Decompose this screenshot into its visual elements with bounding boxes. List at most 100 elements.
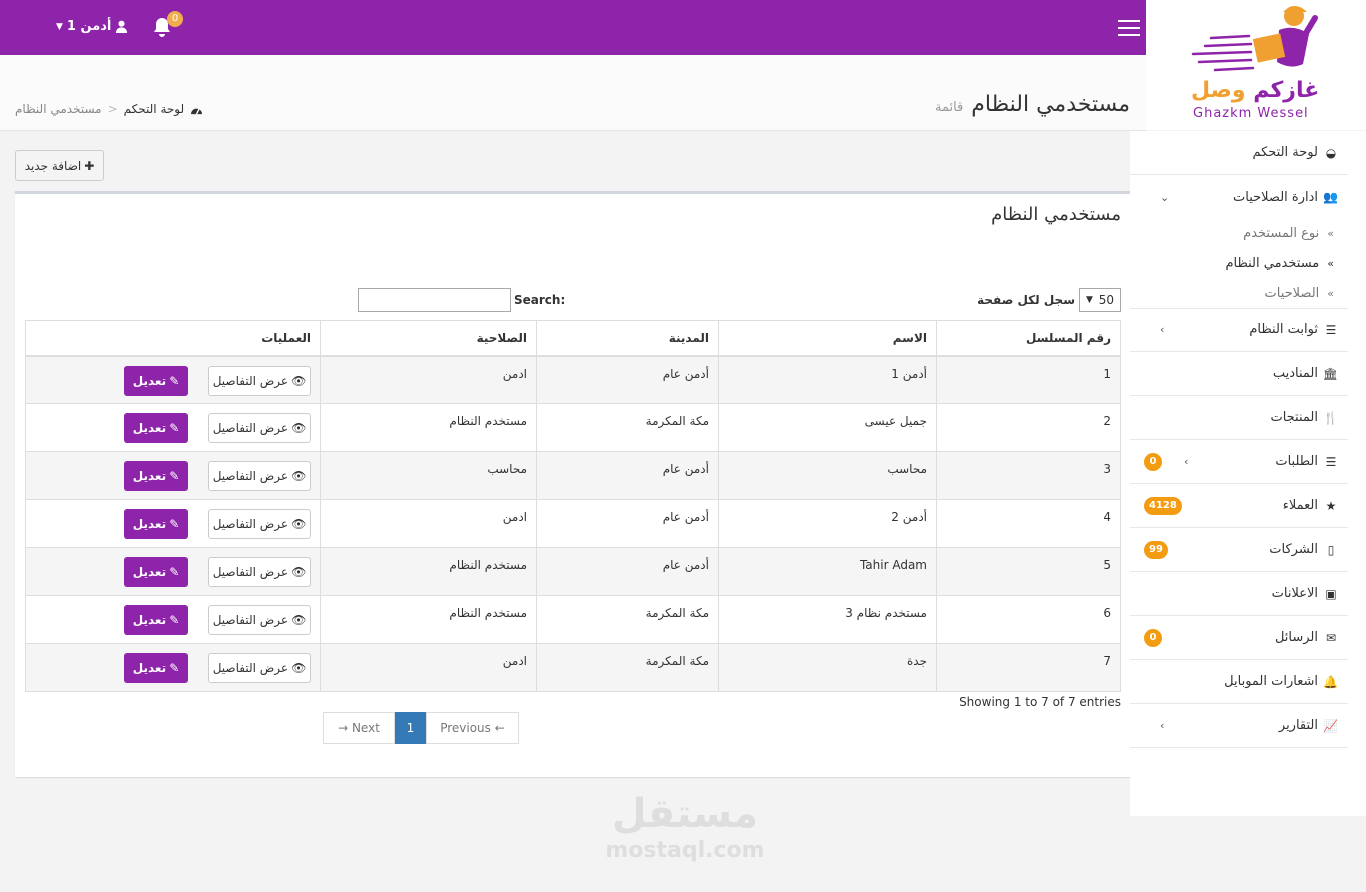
logo-english-text: Ghazkm Wessel (1193, 106, 1309, 121)
view-details-button[interactable]: 👁 عرض التفاصيل (208, 653, 311, 683)
user-menu[interactable]: أدمن 1 ▼ (56, 19, 128, 34)
sidebar-item-label: العملاء (1282, 498, 1318, 513)
sidebar-item-customers[interactable]: ★ العملاء 4128 (1130, 484, 1348, 528)
page-title: مستخدمي النظام قائمة (935, 92, 1130, 117)
breadcrumb-home-link[interactable]: لوحة التحكم (124, 102, 185, 116)
dashboard-icon: ◒ (1325, 145, 1337, 160)
sidebar-item-system-constants[interactable]: ☰ ثوابت النظام › (1130, 308, 1348, 352)
cell-id: 6 (936, 595, 1121, 644)
caret-down-icon: ▼ (56, 21, 63, 32)
caret-down-icon: ▼ (1086, 295, 1093, 305)
edit-button[interactable]: ✎ تعديل (124, 413, 188, 443)
edit-icon: ✎ (169, 421, 180, 435)
sidebar: ◒ لوحة التحكم 👥 ادارة الصلاحيات ⌄ » نوع … (1130, 131, 1366, 816)
view-details-button[interactable]: 👁 عرض التفاصيل (208, 557, 311, 587)
brand-logo[interactable]: غازكم وصل Ghazkm Wessel (1146, 0, 1366, 130)
view-details-label: عرض التفاصيل (212, 565, 289, 579)
column-header-name[interactable]: الاسم (718, 320, 937, 357)
star-icon: ★ (1325, 498, 1337, 513)
sidebar-item-label: اشعارات الموبايل (1224, 674, 1318, 689)
sidebar-item-label: المنتجات (1270, 410, 1318, 425)
sidebar-item-delegates[interactable]: 🏛 المناديب (1130, 352, 1348, 396)
users-table: رقم المسلسل الاسم المدينة الصلاحية العمل… (25, 320, 1121, 692)
sidebar-subitem-user-type[interactable]: » نوع المستخدم (1130, 218, 1348, 248)
table-row: 1 أدمن 1 أدمن عام ادمن 👁 عرض التفاصيل ✎ تعديل (25, 355, 1121, 404)
view-details-label: عرض التفاصيل (212, 517, 289, 531)
edit-button[interactable]: ✎ تعديل (124, 557, 188, 587)
cell-id: 7 (936, 643, 1121, 692)
view-details-button[interactable]: 👁 عرض التفاصيل (208, 461, 311, 491)
sidebar-item-label: الرسائل (1274, 630, 1318, 645)
edit-label: تعديل (132, 421, 167, 435)
add-new-button[interactable]: ✚ اضافة جديد (15, 150, 104, 181)
cell-id: 1 (936, 355, 1121, 404)
edit-label: تعديل (132, 661, 167, 675)
eye-icon: 👁 (291, 661, 307, 675)
sidebar-item-mobile-notifications[interactable]: 🔔 اشعارات الموبايل (1130, 660, 1348, 704)
eye-icon: 👁 (291, 517, 307, 531)
watermark: مستقل mostaql.com (600, 790, 770, 863)
cell-city: مكة المكرمة (536, 403, 719, 452)
view-details-button[interactable]: 👁 عرض التفاصيل (208, 365, 311, 396)
sidebar-subitem-permissions[interactable]: » الصلاحيات (1130, 278, 1348, 308)
list-icon: ☰ (1325, 454, 1337, 469)
breadcrumb-current: مستخدمي النظام (15, 102, 102, 116)
cell-actions: 👁 عرض التفاصيل ✎ تعديل (25, 595, 321, 644)
table-header-row: رقم المسلسل الاسم المدينة الصلاحية العمل… (25, 320, 1121, 357)
chevron-left-icon: › (1184, 455, 1189, 468)
view-details-button[interactable]: 👁 عرض التفاصيل (208, 509, 311, 539)
edit-button[interactable]: ✎ تعديل (124, 461, 188, 491)
sidebar-item-messages[interactable]: ✉ الرسائل 0 (1130, 616, 1348, 660)
column-header-id[interactable]: رقم المسلسل (936, 320, 1121, 357)
eye-icon: 👁 (291, 373, 307, 388)
sidebar-item-label: لوحة التحكم (1252, 145, 1318, 160)
watermark-english: mostaql.com (605, 838, 765, 863)
edit-button[interactable]: ✎ تعديل (124, 605, 188, 635)
pagination-next[interactable]: → Next (323, 712, 395, 744)
box-title: مستخدمي النظام (991, 204, 1121, 225)
edit-icon: ✎ (169, 565, 180, 579)
pagination-page-1[interactable]: 1 (395, 712, 426, 744)
edit-button[interactable]: ✎ تعديل (124, 365, 188, 396)
edit-label: تعديل (132, 613, 167, 627)
view-details-button[interactable]: 👁 عرض التفاصيل (208, 413, 311, 443)
edit-button[interactable]: ✎ تعديل (124, 653, 188, 683)
edit-icon: ✎ (169, 373, 180, 388)
column-header-role[interactable]: الصلاحية (320, 320, 537, 357)
sidebar-item-orders[interactable]: ☰ الطلبات › 0 (1130, 440, 1348, 484)
pagination: → Next 1 Previous ← (323, 712, 519, 744)
envelope-icon: ✉ (1325, 630, 1337, 645)
sidebar-item-label: المناديب (1272, 366, 1318, 381)
sidebar-item-ads[interactable]: ▣ الاعلانات (1130, 572, 1348, 616)
sidebar-subitem-system-users[interactable]: » مستخدمي النظام (1130, 248, 1348, 278)
messages-count-badge: 0 (1144, 628, 1162, 647)
cell-city: أدمن عام (536, 547, 719, 596)
cell-id: 3 (936, 451, 1121, 500)
search-input[interactable] (358, 288, 511, 312)
users-box: مستخدمي النظام ▼ 50 سجل لكل صفحة Search:… (15, 191, 1131, 777)
edit-label: تعديل (132, 517, 167, 531)
sidebar-item-companies[interactable]: ▯ الشركات 99 (1130, 528, 1348, 572)
edit-label: تعديل (132, 565, 167, 579)
view-details-label: عرض التفاصيل (212, 661, 289, 675)
view-details-label: عرض التفاصيل (212, 613, 289, 627)
table-row: 6 مستخدم نظام 3 مكة المكرمة مستخدم النظام 👁 ع… (25, 595, 1121, 644)
sidebar-item-dashboard[interactable]: ◒ لوحة التحكم (1130, 131, 1348, 175)
cell-name: جميل عيسى (718, 403, 937, 452)
menu-toggle-icon[interactable] (1118, 20, 1140, 36)
table-row: 5 Tahir Adam أدمن عام مستخدم النظام 👁 عرض الت… (25, 547, 1121, 596)
pagination-previous[interactable]: Previous ← (426, 712, 519, 744)
sidebar-item-reports[interactable]: 📈 التقارير › (1130, 704, 1348, 748)
cell-role: ادمن (320, 643, 537, 692)
cell-name: جدة (718, 643, 937, 692)
table-row: 3 محاسب أدمن عام محاسب 👁 عرض التفاصيل ✎ تعديل (25, 451, 1121, 500)
page-length-select[interactable]: ▼ 50 (1079, 288, 1121, 312)
sidebar-item-products[interactable]: 🍴 المنتجات (1130, 396, 1348, 440)
sidebar-item-permissions-admin[interactable]: 👥 ادارة الصلاحيات ⌄ (1130, 175, 1348, 219)
search-control: Search: (358, 288, 565, 312)
page-title-text: مستخدمي النظام (971, 92, 1130, 117)
column-header-city[interactable]: المدينة (536, 320, 719, 357)
cell-name: Tahir Adam (718, 547, 937, 596)
view-details-button[interactable]: 👁 عرض التفاصيل (208, 605, 311, 635)
edit-button[interactable]: ✎ تعديل (124, 509, 188, 539)
